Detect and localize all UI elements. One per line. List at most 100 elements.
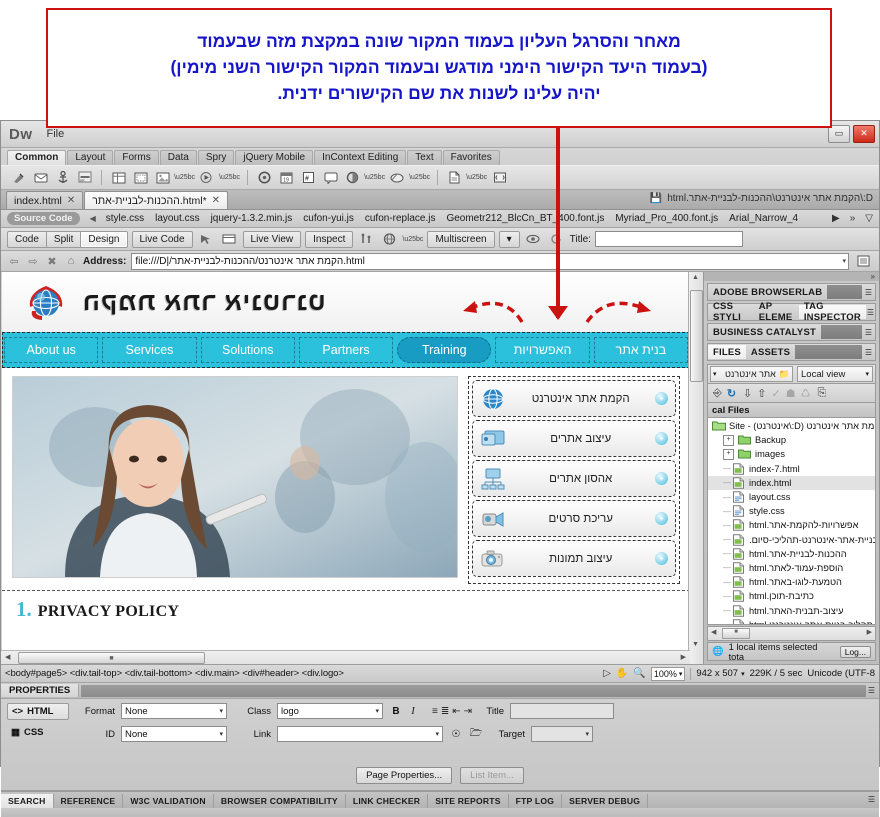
expand-files-icon[interactable]: ⎘ [817,387,826,400]
canvas-vertical-scrollbar[interactable]: ▲ ▼ [688,272,703,664]
format-caret-icon[interactable]: ▾ [219,707,223,715]
live-view-button[interactable]: Live View [242,230,302,248]
insert-div-icon[interactable] [131,169,150,187]
anchor-icon[interactable] [53,169,72,187]
horizontal-scroll-thumb[interactable]: ■ [18,652,205,664]
unordered-list-icon[interactable]: ≡ [432,706,438,717]
results-options-icon[interactable]: ☰ [868,795,875,804]
insert-category-text[interactable]: Text [407,150,442,165]
log-button[interactable]: Log... [839,645,871,658]
forward-icon[interactable]: ⇨ [26,254,40,268]
live-code-button[interactable]: Live Code [131,230,193,248]
results-tab-reference[interactable]: REFERENCE [54,794,124,808]
multiscreen-caret-icon[interactable]: ▾ [498,230,520,248]
related-file-2[interactable]: jquery-1.3.2.min.js [211,213,293,224]
files-scroll-right-icon[interactable]: ▶ [867,628,872,636]
link-caret-icon[interactable]: ▾ [435,730,439,738]
list-item-button[interactable]: List Item... [460,767,524,784]
split-view-button[interactable]: Split [45,230,82,248]
properties-options-icon[interactable]: ☰ [868,686,879,695]
results-tab-ftp-log[interactable]: FTP LOG [509,794,563,808]
tag-chooser-icon[interactable] [490,169,509,187]
related-file-7[interactable]: Arial_Narrow_4 [729,213,798,224]
address-dropdown-caret-icon[interactable]: ▾ [842,257,846,265]
panel-options-icon[interactable]: ☰ [862,328,875,337]
stop-icon[interactable]: ✖ [45,254,59,268]
view-selector[interactable]: Local view ▾ [797,366,873,382]
synchronize-icon[interactable]: ♺ [801,387,811,400]
results-tab-link-checker[interactable]: LINK CHECKER [346,794,429,808]
window-size-selector[interactable]: 942 x 507 ▾ [696,668,744,679]
nav-item-3[interactable]: Partners [298,337,394,363]
browser-preview-icon[interactable] [380,230,399,248]
canvas-horizontal-scrollbar[interactable]: ◀ ■ ▶ [1,650,690,664]
hand-tool-icon[interactable]: ✋ [616,668,628,679]
insert-category-jquery-mobile[interactable]: jQuery Mobile [235,150,314,165]
nav-item-0[interactable]: בנית אתר [593,337,688,363]
italic-button[interactable]: I [406,704,420,718]
ordered-list-icon[interactable]: ≣ [441,706,449,717]
file-tree-row[interactable]: — כתיבת-תוכן.html [708,589,875,603]
address-input[interactable]: file:///D|/הקמת אתר אינטרנט/ההכנות-לבניי… [131,252,849,270]
file-tree-row[interactable]: הקמת אתר אינטרנט (D:\אינטרנט) - Site [708,419,875,433]
document-tab-1[interactable]: ההכנות-לבניית-אתר.html* ✕ [84,191,229,209]
point-to-file-icon[interactable]: ☉ [449,727,463,741]
nav-item-1[interactable]: האפשרויות [495,337,590,363]
zoom-caret-icon[interactable]: ▾ [679,670,683,678]
file-tree-row[interactable]: — עיצוב-תבנית-האתר.html [708,603,875,617]
class-select[interactable]: logo ▾ [277,703,383,719]
horizontal-rule-icon[interactable]: HR [75,169,94,187]
target-caret-icon[interactable]: ▾ [585,730,589,738]
put-files-icon[interactable]: ⇧ [757,387,766,400]
address-list-icon[interactable] [854,252,873,270]
related-files-more-icon[interactable]: » [850,213,856,224]
insert-category-data[interactable]: Data [159,150,197,165]
panel-tab-adobe-browserlab[interactable]: ADOBE BROWSERLAB [708,285,827,299]
nav-item-4[interactable]: Solutions [200,337,295,363]
files-scroll-left-icon[interactable]: ◀ [711,628,716,636]
source-code-button[interactable]: Source Code [7,212,80,225]
expand-toggle-icon[interactable]: + [723,448,734,460]
related-file-1[interactable]: layout.css [155,213,199,224]
file-tree-row[interactable]: — index.html [708,475,875,490]
check-out-icon[interactable]: ✓ [771,387,780,400]
incontext-editing-icon[interactable] [388,169,407,187]
email-link-icon[interactable] [31,169,50,187]
html-mode-button[interactable]: <> HTML [7,703,69,720]
file-tree-row[interactable]: — index-7.html [708,462,875,476]
panel-tab-assets[interactable]: ASSETS [746,345,795,359]
file-tree-row[interactable]: — style.css [708,504,875,518]
panel-options-icon[interactable]: ☰ [862,288,875,297]
page-properties-button[interactable]: Page Properties... [356,767,453,784]
service-item-3[interactable]: ✦ עריכת סרטים [472,500,676,537]
visual-aids-icon[interactable] [524,230,543,248]
results-tab-server-debug[interactable]: SERVER DEBUG [562,794,649,808]
class-caret-icon[interactable]: ▾ [375,707,379,715]
templates-icon[interactable] [445,169,464,187]
file-tree-row[interactable]: — layout.css [708,490,875,504]
file-tree-row[interactable]: — תהליך-בניית-אתר-אינטרנט.html [708,618,875,624]
nav-item-5[interactable]: Services [102,337,197,363]
related-file-6[interactable]: Myriad_Pro_400.font.js [615,213,718,224]
title-input[interactable] [594,231,743,247]
title-input-props[interactable] [510,703,615,719]
zoom-level-selector[interactable]: 100% ▾ [650,666,686,681]
scroll-right-icon[interactable]: ▶ [681,653,686,661]
css-mode-button[interactable]: ▦ CSS [7,725,69,740]
design-canvas[interactable]: הקמת אתר אינטרנט בנית אתר האפשרויות Traini… [1,272,704,664]
image-dropdown-caret-icon[interactable]: \u25bc [174,174,195,181]
insert-category-spry[interactable]: Spry [197,150,235,165]
site-logo[interactable]: הקמת אתר אינטרנט [24,281,326,323]
browser-preview-caret-icon[interactable]: \u25bc [402,236,423,243]
get-files-icon[interactable]: ⇩ [743,387,752,400]
code-view-button[interactable]: Code [7,230,47,248]
inspect-button[interactable]: Inspect [305,230,354,248]
insert-category-forms[interactable]: Forms [114,150,159,165]
file-tree[interactable]: הקמת אתר אינטרנט (D:\אינטרנט) - Site + Bac… [707,418,876,625]
properties-drag-bar[interactable] [81,684,866,697]
select-tool-icon[interactable]: ▷ [603,668,611,679]
file-tree-row[interactable]: — הטמעת-לוגו-באתר.html [708,575,875,589]
indent-icon[interactable]: ⇥ [464,706,472,717]
vertical-scroll-thumb[interactable] [690,290,703,382]
file-tree-row[interactable]: + images [708,447,875,461]
